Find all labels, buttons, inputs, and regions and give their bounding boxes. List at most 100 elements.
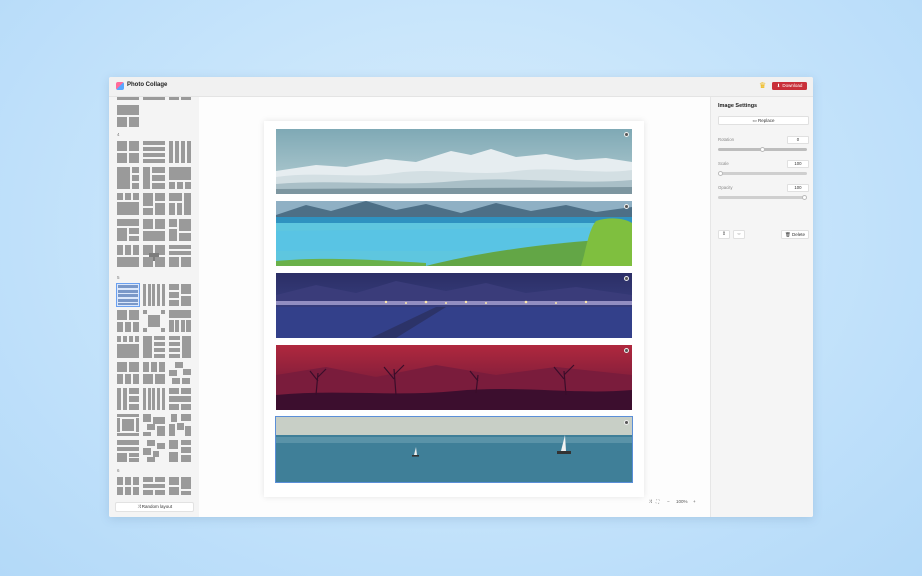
layout-thumb[interactable] [169, 167, 191, 189]
panel-settings-icon[interactable] [624, 276, 629, 281]
opacity-label: Opacity [718, 185, 733, 190]
crown-icon[interactable]: ♛ [759, 81, 766, 90]
collage-panel-2[interactable] [276, 201, 632, 266]
layout-thumb[interactable] [117, 105, 139, 127]
layout-thumb[interactable] [169, 388, 191, 410]
layout-thumb[interactable] [169, 193, 191, 215]
layout-thumb[interactable] [169, 310, 191, 332]
layout-thumb[interactable] [143, 414, 165, 436]
mountain-image [276, 129, 632, 194]
panel-settings-icon[interactable] [624, 348, 629, 353]
canvas-area [199, 97, 710, 517]
flip-horizontal-button[interactable]: ⇔ [733, 230, 745, 239]
download-label: Download [782, 83, 803, 88]
layout-thumb[interactable] [143, 477, 165, 495]
title-bar: Photo Collage ♛ ⬇ Download [109, 77, 813, 97]
layout-thumb[interactable] [169, 284, 191, 306]
layout-thumb[interactable] [117, 310, 139, 332]
zoom-out-icon[interactable]: − [667, 498, 670, 506]
replace-button[interactable]: ▭ Replace [718, 116, 809, 125]
layout-thumb-selected[interactable] [116, 283, 140, 307]
image-icon: ▭ [752, 118, 757, 123]
layout-thumb[interactable] [143, 310, 165, 332]
layout-thumb[interactable] [143, 219, 165, 241]
random-layout-button[interactable]: ⤨ Random layout [115, 502, 194, 512]
replace-label: Replace [758, 118, 775, 123]
collage-panel-3[interactable] [276, 273, 632, 338]
layout-thumb[interactable] [117, 219, 139, 241]
lake-image [276, 201, 632, 266]
layout-thumb[interactable] [117, 167, 139, 189]
delete-button[interactable]: 🗑 Delete [781, 230, 809, 239]
opacity-value[interactable]: 100 [787, 184, 809, 192]
zoom-level: 100% [676, 499, 688, 504]
rotation-slider[interactable] [718, 147, 807, 152]
layout-thumb[interactable] [117, 440, 139, 462]
layout-thumb[interactable] [143, 97, 165, 101]
layout-thumb[interactable] [143, 336, 165, 358]
delete-label: Delete [791, 232, 805, 237]
flip-vertical-button[interactable]: ⇕ [718, 230, 730, 239]
layout-thumb[interactable] [169, 97, 191, 101]
layout-thumb[interactable] [169, 219, 191, 241]
panel-settings-icon[interactable] [624, 204, 629, 209]
layout-sidebar: 4 5 6 ⤨ Random layout [109, 97, 199, 517]
download-button[interactable]: ⬇ Download [772, 82, 807, 90]
layout-thumb[interactable] [117, 388, 139, 410]
layout-thumb[interactable] [169, 477, 191, 495]
fullscreen-icon[interactable]: ⛶ [656, 498, 659, 506]
opacity-slider[interactable] [718, 195, 807, 200]
layout-thumb[interactable] [117, 193, 139, 215]
layout-thumb[interactable] [117, 414, 139, 436]
panel-settings-icon[interactable] [624, 132, 629, 137]
collage-panel-4[interactable] [276, 345, 632, 410]
rotation-slider-knob[interactable] [760, 147, 765, 152]
layout-thumb[interactable] [143, 141, 165, 163]
collage-panel-1[interactable] [276, 129, 632, 194]
rotation-label: Rotation [718, 137, 735, 142]
opacity-slider-knob[interactable] [802, 195, 807, 200]
layout-thumb[interactable] [117, 362, 139, 384]
shuffle-icon: ⤨ [136, 504, 141, 509]
layout-thumb[interactable] [169, 141, 191, 163]
layout-thumb[interactable] [169, 245, 191, 267]
scale-slider[interactable] [718, 171, 807, 176]
layout-thumb[interactable] [169, 336, 191, 358]
app-logo-icon [116, 82, 124, 90]
layout-thumb[interactable] [117, 245, 139, 267]
layout-thumb[interactable] [117, 336, 139, 358]
scale-slider-knob[interactable] [718, 171, 723, 176]
zoom-toolbar: ⤨ ⛶ − 100% + [646, 498, 718, 506]
panel-title: Image Settings [718, 103, 758, 109]
layout-thumb[interactable] [143, 284, 165, 306]
layout-thumb[interactable] [143, 193, 165, 215]
night-lake-image [276, 273, 632, 338]
layout-thumb[interactable] [143, 245, 165, 267]
scale-value[interactable]: 100 [787, 160, 809, 168]
layout-thumb[interactable] [143, 388, 165, 410]
layout-thumb[interactable] [143, 362, 165, 384]
collage-page [264, 121, 644, 497]
panel-settings-icon[interactable] [624, 420, 629, 425]
layout-thumb[interactable] [169, 440, 191, 462]
sunset-trees-image [276, 345, 632, 410]
app-window: Photo Collage ♛ ⬇ Download 4 5 6 ⤨ Rando… [109, 77, 813, 517]
layout-thumb[interactable] [117, 97, 139, 101]
flip-horizontal-icon: ⇔ [736, 231, 742, 237]
trash-icon: 🗑 [785, 232, 791, 237]
scale-label: Scale [718, 161, 729, 166]
rotation-value[interactable]: 0 [787, 136, 809, 144]
layout-thumb[interactable] [169, 362, 191, 384]
section-label: 4 [117, 132, 120, 137]
layout-thumb[interactable] [143, 440, 165, 462]
collage-panel-5[interactable] [275, 416, 633, 483]
layout-thumb[interactable] [143, 167, 165, 189]
zoom-in-icon[interactable]: + [693, 498, 696, 506]
sea-sailboat-image [276, 417, 632, 482]
layout-thumb[interactable] [117, 141, 139, 163]
shuffle-icon[interactable]: ⤨ [648, 498, 652, 506]
layout-thumb[interactable] [169, 414, 191, 436]
app-title: Photo Collage [127, 82, 168, 88]
layout-thumb[interactable] [117, 477, 139, 495]
download-icon: ⬇ [776, 83, 781, 88]
